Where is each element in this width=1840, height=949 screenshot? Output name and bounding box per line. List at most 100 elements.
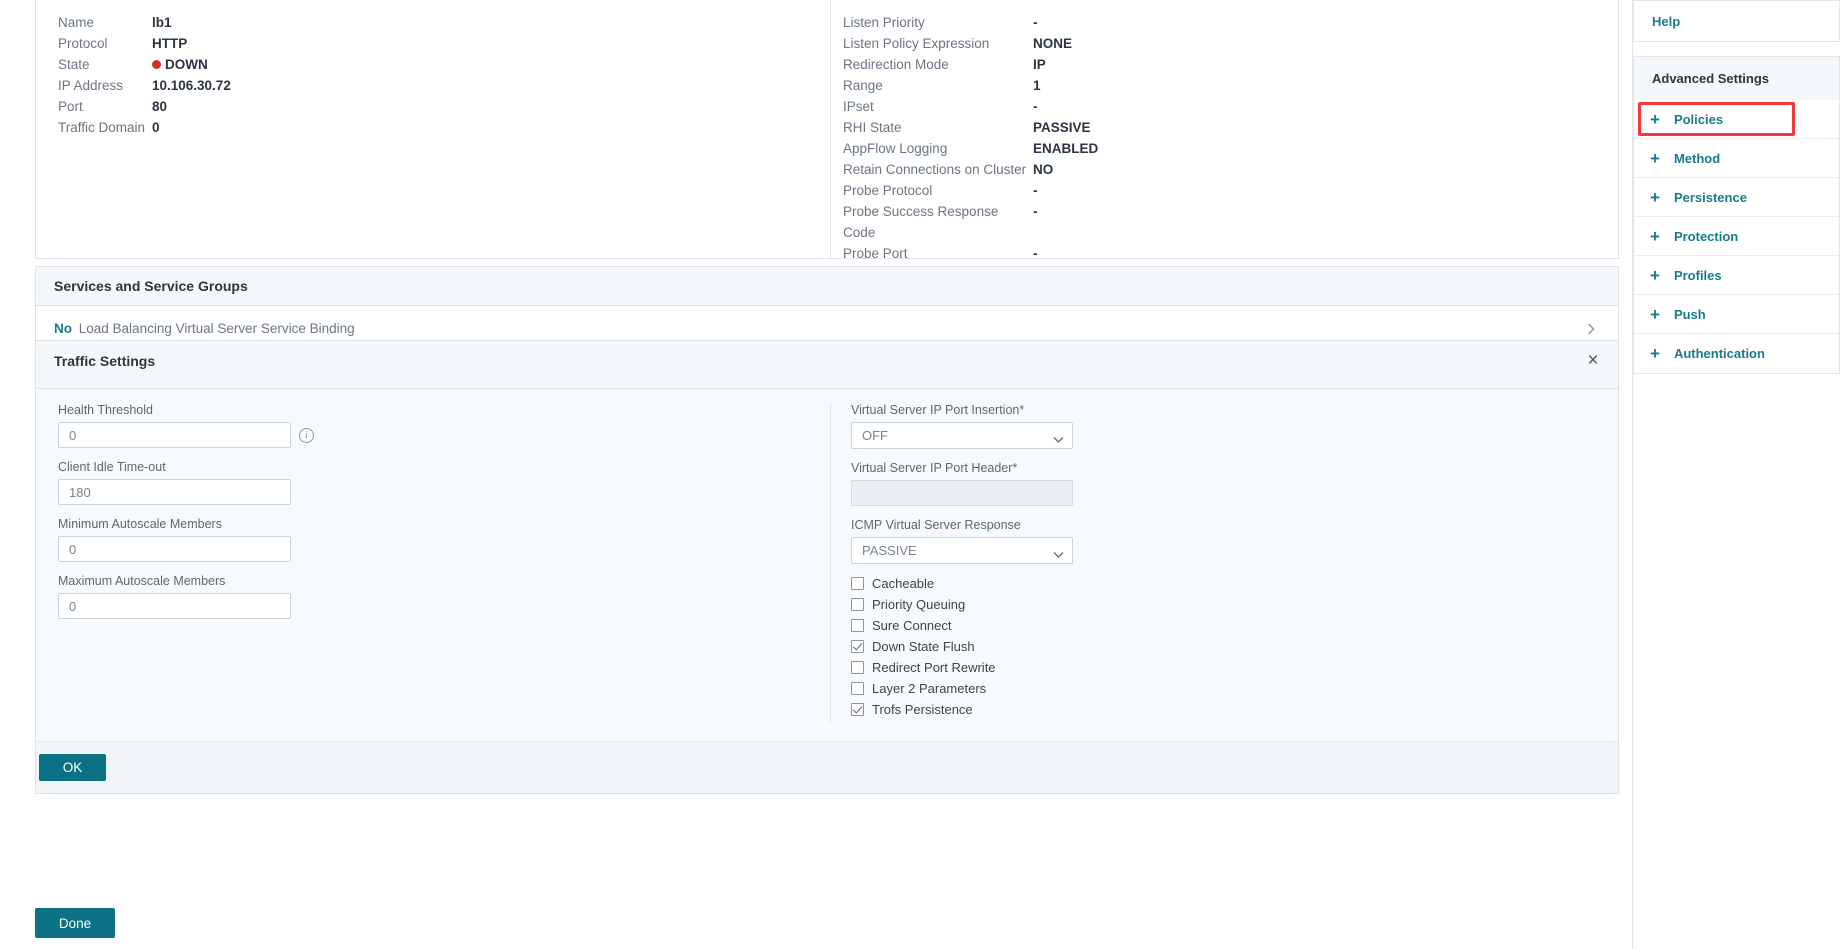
advanced-settings-item-protection[interactable]: + Protection — [1634, 217, 1839, 256]
traffic-settings-header: Traffic Settings × — [36, 341, 1618, 389]
advanced-settings-list: + Policies + Method + Persistence + Protection +… — [1633, 100, 1840, 374]
summary-row: Listen Priority - — [843, 12, 1618, 33]
traffic-left-fields: Health Threshold i Client Idle Time-out Min… — [36, 403, 831, 723]
summary-row-value: NONE — [1033, 36, 1073, 51]
summary-row-key: IP Address — [58, 78, 124, 93]
plus-icon: + — [1650, 344, 1660, 363]
form-field: Virtual Server IP Port Header* — [851, 461, 1594, 506]
select-wrapper: OFF — [851, 422, 1073, 449]
summary-row: Redirection Mode IP — [843, 54, 1618, 75]
summary-row-key: Name — [58, 15, 95, 30]
field-control — [58, 479, 806, 505]
plus-icon: + — [1650, 187, 1660, 207]
advanced-settings-item-label: Persistence — [1673, 189, 1747, 205]
summary-row-key: AppFlow Logging — [843, 141, 948, 156]
checkbox-sure-connect[interactable]: Sure Connect — [851, 618, 1594, 633]
ok-button[interactable]: OK — [39, 754, 106, 781]
done-button[interactable]: Done — [35, 908, 115, 938]
checkbox-label: Redirect Port Rewrite — [872, 660, 996, 675]
close-icon[interactable]: × — [1584, 351, 1602, 371]
field-label: ICMP Virtual Server Response — [851, 518, 1021, 532]
field-label: Health Threshold — [58, 403, 153, 417]
advanced-settings-item-authentication[interactable]: + Authentication — [1634, 334, 1839, 373]
checkbox-box[interactable] — [851, 598, 864, 611]
advanced-settings-item-policies[interactable]: + Policies — [1634, 100, 1839, 139]
field-control: i — [58, 422, 806, 448]
summary-row-key: Listen Policy Expression — [843, 36, 990, 51]
summary-row-key: Traffic Domain — [58, 120, 146, 135]
summary-left-column: Name lb1 Protocol HTTP State DOWN IP Address 10… — [36, 0, 831, 258]
summary-row-key: Redirection Mode — [843, 57, 949, 72]
advanced-settings-item-profiles[interactable]: + Profiles — [1634, 256, 1839, 295]
checkbox-label: Trofs Persistence — [872, 702, 973, 717]
help-card[interactable]: Help — [1633, 0, 1840, 42]
summary-row-value: - — [1033, 183, 1038, 198]
summary-row-value: NO — [1033, 162, 1054, 177]
summary-row: Retain Connections on Cluster NO — [843, 159, 1618, 180]
summary-row-value: 80 — [152, 99, 168, 114]
summary-row-value: - — [1033, 99, 1038, 114]
info-icon[interactable]: i — [299, 427, 314, 443]
advanced-settings-item-label: Profiles — [1673, 267, 1722, 283]
checkbox-box[interactable] — [851, 619, 864, 632]
advanced-settings-item-push[interactable]: + Push — [1634, 295, 1839, 334]
summary-row: Protocol HTTP — [58, 33, 830, 54]
summary-row-value-text: DOWN — [165, 57, 208, 72]
checkbox-priority-queuing[interactable]: Priority Queuing — [851, 597, 1594, 612]
checkbox-layer-2-parameters[interactable]: Layer 2 Parameters — [851, 681, 1594, 696]
chevron-right-icon[interactable] — [1584, 322, 1598, 336]
checkbox-label: Down State Flush — [872, 639, 975, 654]
checkbox-cacheable[interactable]: Cacheable — [851, 576, 1594, 591]
summary-row: Range 1 — [843, 75, 1618, 96]
field-label: Maximum Autoscale Members — [58, 574, 226, 588]
plus-icon: + — [1650, 148, 1660, 168]
summary-right-column: Listen Priority - Listen Policy Expression… — [831, 0, 1618, 261]
plus-icon: + — [1650, 304, 1660, 324]
checkbox-box[interactable] — [851, 661, 864, 674]
checkbox-box[interactable] — [851, 640, 864, 653]
summary-row-value: ENABLED — [1033, 141, 1099, 156]
summary-row-key: Retain Connections on Cluster — [843, 162, 1027, 177]
input-client-idle-time-out[interactable] — [58, 479, 291, 505]
input-virtual-server-ip-port-header — [851, 480, 1073, 506]
field-label: Minimum Autoscale Members — [58, 517, 222, 531]
checkbox-box[interactable] — [851, 577, 864, 590]
checkbox-trofs-persistence[interactable]: Trofs Persistence — [851, 702, 1594, 717]
checkbox-down-state-flush[interactable]: Down State Flush — [851, 639, 1594, 654]
help-link[interactable]: Help — [1652, 14, 1680, 29]
input-maximum-autoscale-members[interactable] — [58, 593, 291, 619]
status-dot-icon — [152, 59, 161, 69]
virtual-server-summary-card: Name lb1 Protocol HTTP State DOWN IP Address 10… — [35, 0, 1619, 261]
input-icmp-virtual-server-response[interactable]: PASSIVE — [851, 537, 1073, 564]
summary-row: Probe Success Response Code - — [843, 201, 1618, 243]
summary-row-key: Probe Success Response Code — [843, 204, 999, 240]
checkbox-redirect-port-rewrite[interactable]: Redirect Port Rewrite — [851, 660, 1594, 675]
input-health-threshold[interactable] — [58, 422, 291, 448]
summary-row-value: DOWN — [152, 54, 208, 75]
checkbox-label: Sure Connect — [872, 618, 952, 633]
advanced-settings-item-persistence[interactable]: + Persistence — [1634, 178, 1839, 217]
traffic-settings-title: Traffic Settings — [54, 353, 156, 369]
advanced-settings-item-method[interactable]: + Method — [1634, 139, 1839, 178]
plus-icon: + — [1650, 265, 1660, 285]
summary-row-value: 0 — [152, 120, 160, 135]
summary-row: Port 80 — [58, 96, 830, 117]
input-minimum-autoscale-members[interactable] — [58, 536, 291, 562]
service-binding-count: No — [54, 321, 72, 336]
summary-row-key: Probe Protocol — [843, 183, 933, 198]
checkbox-box[interactable] — [851, 703, 864, 716]
summary-row-value: - — [1033, 246, 1038, 261]
done-button-wrapper: Done — [35, 908, 115, 938]
field-label: Virtual Server IP Port Insertion* — [851, 403, 1025, 417]
services-panel-title: Services and Service Groups — [36, 267, 1618, 306]
summary-row: RHI State PASSIVE — [843, 117, 1618, 138]
input-virtual-server-ip-port-insertion[interactable]: OFF — [851, 422, 1073, 449]
summary-row: Traffic Domain 0 — [58, 117, 830, 138]
field-control — [58, 536, 806, 562]
checkbox-box[interactable] — [851, 682, 864, 695]
field-control — [58, 593, 806, 619]
summary-row-key: RHI State — [843, 120, 902, 135]
field-label: Virtual Server IP Port Header* — [851, 461, 1018, 475]
form-field: Client Idle Time-out — [58, 460, 806, 505]
summary-row-key: State — [58, 57, 90, 72]
